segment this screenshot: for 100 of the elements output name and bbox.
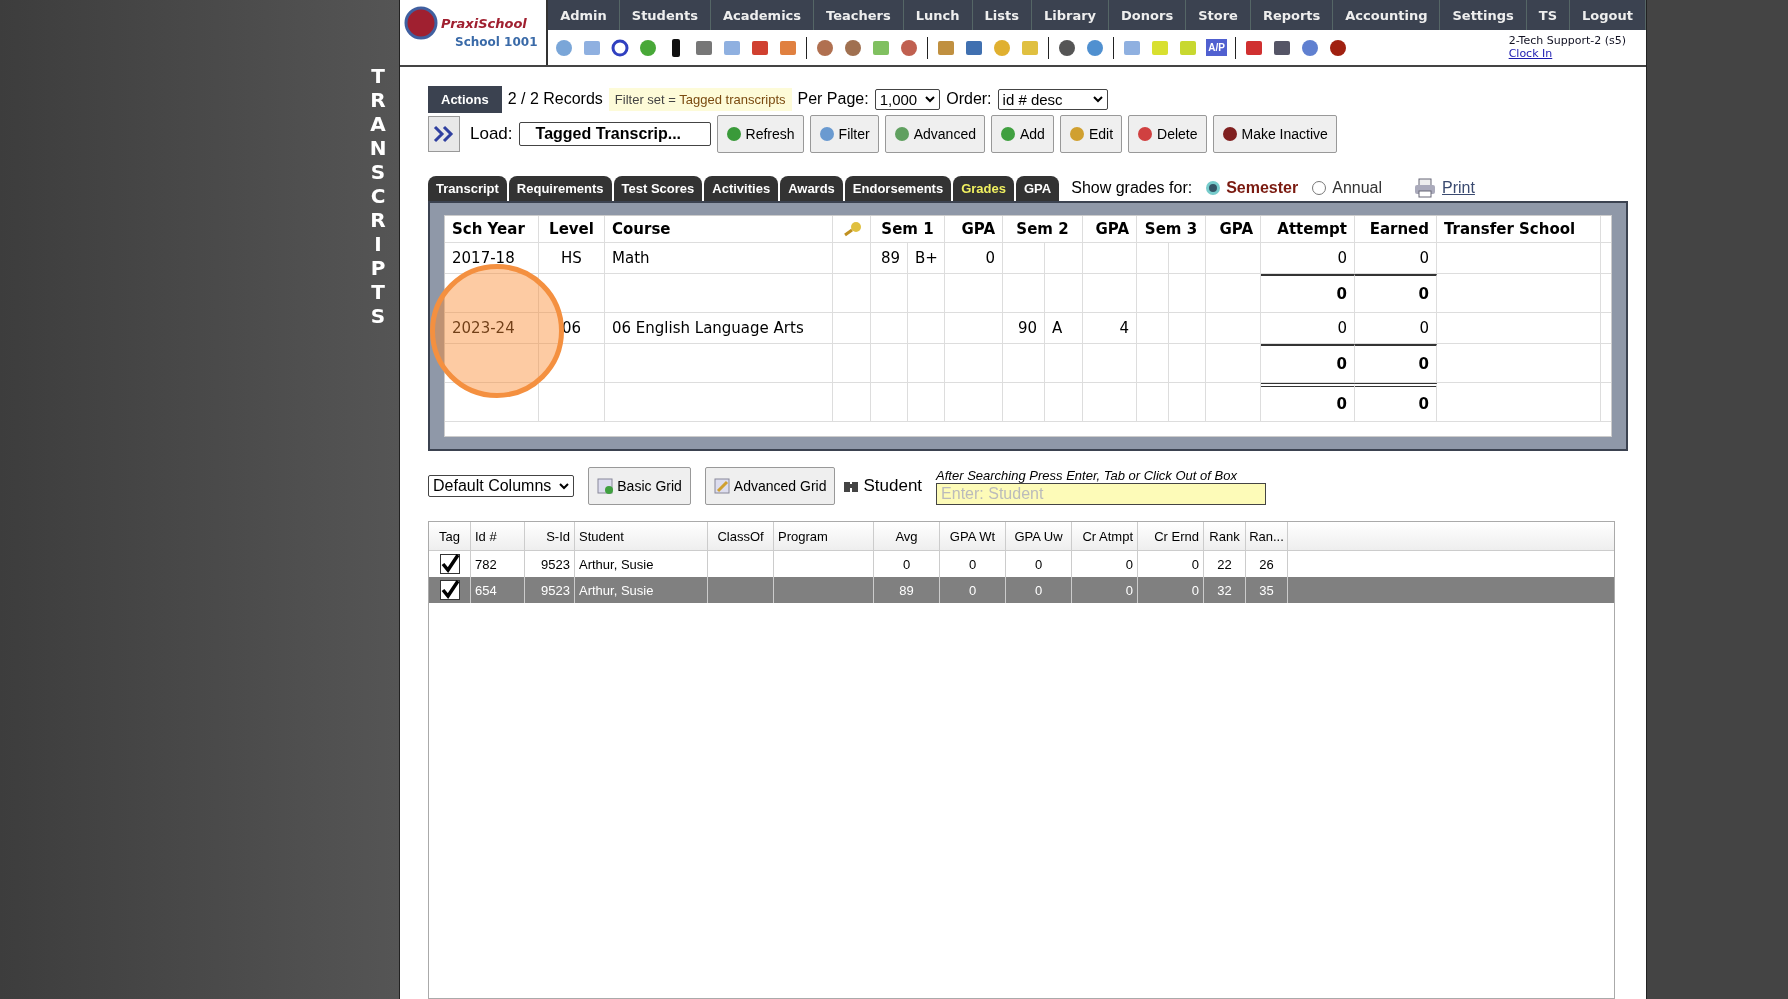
tab[interactable]: Activities xyxy=(704,176,779,201)
radio-button[interactable] xyxy=(1312,181,1327,195)
school-name: School 1001 xyxy=(455,35,538,49)
table-cell: 0 xyxy=(1419,319,1429,337)
caret-icon xyxy=(925,95,936,103)
nav-item[interactable]: Reports xyxy=(1250,0,1334,30)
column-header: Id # xyxy=(475,528,497,544)
advanced-grid-button[interactable]: Advanced Grid xyxy=(704,467,836,505)
column-header: Program xyxy=(778,528,828,544)
table-cell: Arthur, Susie xyxy=(579,582,654,598)
table-cell: 0 xyxy=(1336,285,1347,303)
nav-item[interactable]: Donors xyxy=(1109,0,1187,30)
table-cell: 89 xyxy=(880,249,900,267)
tab[interactable]: Awards xyxy=(780,176,843,201)
tab[interactable]: Requirements xyxy=(508,176,612,201)
print-link[interactable]: Print xyxy=(1442,179,1475,197)
nav-item[interactable]: Settings xyxy=(1440,0,1527,30)
nav-item[interactable]: Library xyxy=(1031,0,1110,30)
expand-button[interactable] xyxy=(428,116,460,152)
logo-icon xyxy=(404,6,438,40)
column-header: ClassOf xyxy=(717,528,764,544)
caret-icon xyxy=(1092,95,1103,103)
nav-item[interactable]: Lists xyxy=(972,0,1032,30)
actions-button[interactable]: Actions xyxy=(428,86,502,113)
radio-button[interactable] xyxy=(1206,181,1221,195)
table-cell: 0 xyxy=(1419,249,1429,267)
column-header: Cr Atmpt xyxy=(1082,528,1133,544)
column-header: Tag xyxy=(439,528,460,544)
columns-select[interactable]: Default Columns xyxy=(428,475,575,497)
table-cell: 0 xyxy=(1336,355,1347,373)
table-cell: 0 xyxy=(1191,556,1199,572)
show-grades-label: Show grades for: xyxy=(1071,179,1193,197)
tab[interactable]: Endorsements xyxy=(844,176,952,201)
column-header: Sch Year xyxy=(452,220,525,238)
record-count: 2 / 2 Records xyxy=(507,90,603,108)
table-cell: 0 xyxy=(968,582,977,598)
table-cell: 0 xyxy=(1418,395,1429,413)
column-header: Course xyxy=(612,220,671,238)
tab[interactable]: Transcript xyxy=(428,176,507,201)
table-cell: 0 xyxy=(1034,556,1043,572)
student-search-field[interactable]: Enter: Student xyxy=(936,482,1267,505)
action-button[interactable]: Add xyxy=(991,115,1054,153)
action-button[interactable]: Advanced xyxy=(884,115,985,153)
table-cell: 0 xyxy=(985,249,995,267)
column-header: Cr Ernd xyxy=(1154,528,1199,544)
order-select[interactable]: id # desc xyxy=(997,88,1108,110)
load-select[interactable]: Tagged Transcrip... xyxy=(518,122,711,146)
tab[interactable]: Grades xyxy=(953,176,1014,201)
nav-item[interactable]: Teachers xyxy=(814,0,904,30)
action-button[interactable]: Filter xyxy=(809,115,879,153)
clock-in-link[interactable]: Clock In xyxy=(1508,46,1626,60)
double-chevron-icon xyxy=(433,124,455,144)
column-header: GPA xyxy=(1219,220,1253,238)
nav-item[interactable]: Lunch xyxy=(903,0,973,30)
column-header: S-Id xyxy=(546,528,570,544)
table-cell: Arthur, Susie xyxy=(579,556,654,572)
column-header: Ran... xyxy=(1249,528,1284,544)
nav-item[interactable]: Store xyxy=(1186,0,1251,30)
table-cell: 0 xyxy=(1418,355,1429,373)
column-header: Sem 1 xyxy=(881,220,934,238)
load-label: Load: xyxy=(470,124,513,144)
table-cell: 35 xyxy=(1259,582,1274,598)
column-header: Attempt xyxy=(1277,220,1347,238)
key-icon xyxy=(841,221,862,237)
nav-item[interactable]: Admin xyxy=(548,0,620,30)
tab[interactable]: Test Scores xyxy=(613,176,703,201)
tab[interactable]: GPA xyxy=(1016,176,1060,201)
per-page-select[interactable]: 1,000 xyxy=(874,88,941,110)
action-button[interactable]: Refresh xyxy=(716,115,804,153)
table-cell: 26 xyxy=(1259,556,1274,572)
table-cell: 2017-18 xyxy=(452,249,515,267)
table-cell: 782 xyxy=(475,556,497,572)
checkbox[interactable] xyxy=(439,554,460,574)
action-button[interactable]: Edit xyxy=(1059,115,1123,153)
search-hint: After Searching Press Enter, Tab or Click Out of Box xyxy=(936,467,1238,483)
action-button[interactable]: Delete xyxy=(1128,115,1207,153)
table-cell: 0 xyxy=(1034,582,1043,598)
nav-item[interactable]: TS xyxy=(1526,0,1571,30)
radio-label: Annual xyxy=(1332,179,1383,197)
table-cell: 32 xyxy=(1217,582,1232,598)
column-header: Transfer School xyxy=(1444,220,1576,238)
nav-item[interactable]: Academics xyxy=(710,0,815,30)
action-button[interactable]: Make Inactive xyxy=(1212,115,1337,153)
table-cell: 9523 xyxy=(541,556,570,572)
nav-item[interactable]: Students xyxy=(619,0,711,30)
basic-grid-button[interactable]: Basic Grid xyxy=(588,467,691,505)
column-header: GPA Wt xyxy=(949,528,996,544)
student-row[interactable]: 654 9523 Arthur, Susie 89 0 0 0 0 32 35 xyxy=(429,577,1614,603)
table-cell: 0 xyxy=(968,556,977,572)
table-cell: 0 xyxy=(1336,395,1347,413)
table-cell: 06 English Language Arts xyxy=(612,319,804,337)
column-header: Earned xyxy=(1369,220,1429,238)
search-label: Student xyxy=(863,476,923,496)
checkbox[interactable] xyxy=(439,580,460,600)
user-name: 2-Tech Support-2 (s5) xyxy=(1508,33,1626,47)
nav-item[interactable]: Accounting xyxy=(1333,0,1441,30)
radio-label: Semester xyxy=(1226,179,1299,197)
nav-item[interactable]: Logout xyxy=(1570,0,1646,30)
binoculars-icon xyxy=(843,479,860,493)
ap-icon[interactable]: A/P xyxy=(1206,39,1227,56)
